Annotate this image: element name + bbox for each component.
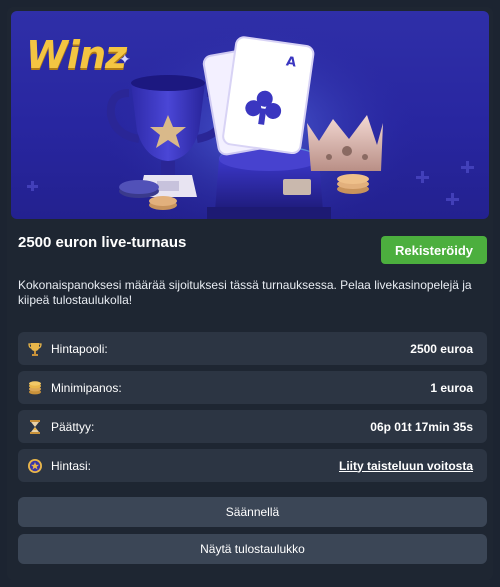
trophy-icon [27, 341, 43, 357]
ends-label: Päättyy: [51, 419, 95, 434]
min-bet-value: 1 euroa [430, 380, 473, 395]
playing-cards-graphic: A [202, 36, 315, 156]
hero-banner: A Winz ✦ [11, 11, 489, 219]
detail-row-prize-pool: Hintapooli: 2500 euroa [18, 332, 487, 365]
sparkle-icon: ✦ [119, 51, 131, 67]
detail-row-min-bet: Minimipanos: 1 euroa [18, 371, 487, 404]
rules-button[interactable]: Säännellä [18, 497, 487, 527]
prize-pool-label: Hintapooli: [51, 341, 108, 356]
min-bet-label: Minimipanos: [51, 380, 122, 395]
coins-icon [27, 380, 43, 396]
winz-logo: Winz [26, 33, 127, 77]
register-button[interactable]: Rekisteröidy [381, 236, 487, 264]
star-medal-icon [27, 458, 43, 474]
detail-row-your-prize: Hintasi: Liity taisteluun voitosta [18, 449, 487, 482]
show-leaderboard-button[interactable]: Näytä tulostaulukko [18, 534, 487, 564]
tournament-title: 2500 euron live-turnaus [18, 234, 187, 251]
prize-pool-value: 2500 euroa [410, 341, 473, 356]
your-prize-label: Hintasi: [51, 458, 92, 473]
detail-row-ends: Päättyy: 06p 01t 17min 35s [18, 410, 487, 443]
join-battle-link[interactable]: Liity taisteluun voitosta [339, 459, 473, 473]
tournament-description: Kokonaispanoksesi määrää sijoituksesi tä… [18, 278, 472, 307]
hourglass-icon [27, 419, 43, 435]
ends-countdown: 06p 01t 17min 35s [370, 419, 473, 434]
svg-text:A: A [285, 54, 297, 70]
